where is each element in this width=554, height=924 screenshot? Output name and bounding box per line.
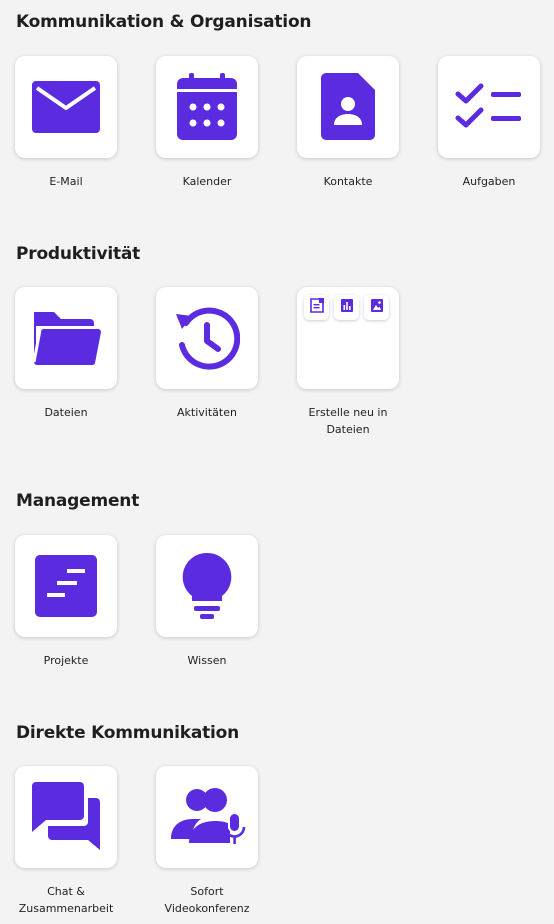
create-new-actions	[304, 295, 389, 320]
app-label-chat: Chat & Zusammenarbeit	[18, 885, 114, 915]
app-label-video-conference: Sofort Videokonferenz	[164, 885, 250, 915]
app-tile-files-box[interactable]	[15, 287, 117, 389]
app-label-email: E-Mail	[49, 175, 83, 188]
app-tile-chat[interactable]: Chat & Zusammenarbeit	[15, 766, 119, 917]
section-title-direkte-kommunikation: Direkte Kommunikation	[16, 723, 240, 743]
app-label-projects: Projekte	[43, 654, 89, 667]
app-tile-activities[interactable]: Aktivitäten	[156, 287, 260, 421]
app-tile-projects-box[interactable]	[15, 535, 117, 637]
app-label-create-new: Erstelle neu in Dateien	[308, 406, 388, 436]
app-label-calendar: Kalender	[182, 175, 232, 188]
calendar-icon	[175, 73, 239, 141]
app-tile-contacts[interactable]: Kontakte	[297, 56, 401, 190]
app-tile-email[interactable]: E-Mail	[15, 56, 119, 190]
new-image-button[interactable]	[364, 295, 389, 320]
chat-icon	[30, 782, 102, 852]
app-tile-create-new-box[interactable]	[297, 287, 399, 389]
history-icon	[174, 305, 240, 371]
new-document-icon	[309, 297, 324, 318]
app-label-tasks: Aufgaben	[462, 175, 516, 188]
tasks-icon	[455, 82, 523, 132]
app-tile-tasks-box[interactable]	[438, 56, 540, 158]
app-tile-email-box[interactable]	[15, 56, 117, 158]
app-tile-calendar-box[interactable]	[156, 56, 258, 158]
new-document-button[interactable]	[304, 295, 329, 320]
app-tile-knowledge[interactable]: Wissen	[156, 535, 260, 669]
app-tile-knowledge-box[interactable]	[156, 535, 258, 637]
app-tile-create-new[interactable]: Erstelle neu in Dateien	[297, 287, 401, 438]
new-spreadsheet-button[interactable]	[334, 295, 359, 320]
folder-icon	[30, 310, 102, 366]
section-title-kommunikation: Kommunikation & Organisation	[16, 12, 312, 32]
app-label-knowledge: Wissen	[187, 654, 227, 667]
app-tile-tasks[interactable]: Aufgaben	[438, 56, 542, 190]
app-label-contacts: Kontakte	[323, 175, 373, 188]
contacts-icon	[320, 73, 376, 141]
video-conference-icon	[167, 787, 247, 847]
mail-icon	[31, 79, 101, 135]
app-tile-video-conference[interactable]: Sofort Videokonferenz	[156, 766, 260, 917]
lightbulb-icon	[181, 551, 233, 621]
app-tile-calendar[interactable]: Kalender	[156, 56, 260, 190]
app-label-activities: Aktivitäten	[177, 406, 237, 419]
app-tile-activities-box[interactable]	[156, 287, 258, 389]
app-tile-projects[interactable]: Projekte	[15, 535, 119, 669]
app-tile-chat-box[interactable]	[15, 766, 117, 868]
section-title-management: Management	[16, 491, 140, 511]
new-spreadsheet-icon	[340, 298, 354, 318]
app-tile-contacts-box[interactable]	[297, 56, 399, 158]
app-label-files: Dateien	[44, 406, 88, 419]
new-image-icon	[370, 298, 384, 318]
app-tile-files[interactable]: Dateien	[15, 287, 119, 421]
app-tile-video-conference-box[interactable]	[156, 766, 258, 868]
projects-icon	[35, 555, 97, 617]
section-title-produktivitaet: Produktivität	[16, 244, 141, 264]
